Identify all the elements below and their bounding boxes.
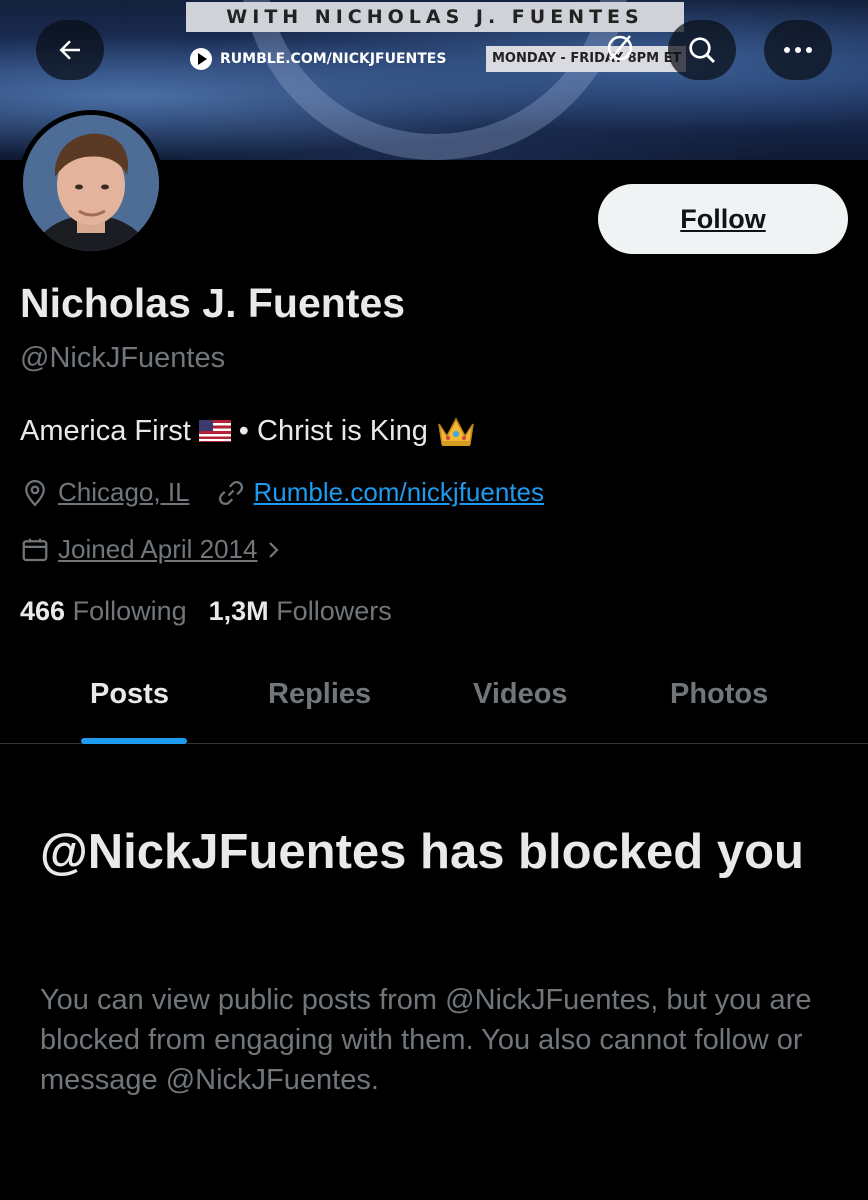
avatar-photo bbox=[23, 115, 159, 251]
arrow-left-icon bbox=[59, 40, 80, 60]
mute-slash-icon bbox=[607, 35, 633, 61]
tab-videos[interactable]: Videos bbox=[473, 678, 568, 711]
joined-text: Joined April 2014 bbox=[58, 534, 258, 564]
blocked-message: You can view public posts from @NickJFue… bbox=[40, 984, 812, 1096]
banner-schedule: MONDAY - FRIDAY 8PM ET bbox=[486, 46, 686, 72]
tab-replies[interactable]: Replies bbox=[268, 678, 371, 711]
follow-button[interactable]: Follow bbox=[598, 184, 848, 254]
profile-bio: America First • Christ is King bbox=[20, 414, 476, 448]
banner-title: WITH NICHOLAS J. FUENTES bbox=[186, 2, 684, 32]
website-item[interactable]: Rumble.com/nickjfuentes bbox=[216, 477, 544, 508]
bio-text-1: America First bbox=[20, 414, 191, 447]
followers-count-link[interactable]: 1,3M Followers bbox=[209, 596, 392, 627]
location-pin-icon bbox=[25, 479, 45, 506]
link-icon bbox=[218, 480, 243, 505]
website-link[interactable]: Rumble.com/nickjfuentes bbox=[254, 477, 544, 508]
search-button[interactable] bbox=[668, 20, 736, 80]
profile-handle: @NickJFuentes bbox=[20, 342, 226, 374]
location-text: Chicago, IL bbox=[58, 477, 190, 507]
profile-name: Nicholas J. Fuentes bbox=[20, 280, 406, 326]
back-button[interactable] bbox=[36, 20, 104, 80]
follow-counts: 466 Following 1,3M Followers bbox=[20, 596, 392, 627]
banner-rumble-text: RUMBLE.COM/NICKJFUENTES bbox=[220, 51, 447, 67]
search-icon bbox=[689, 37, 716, 64]
chevron-right-icon bbox=[269, 541, 280, 558]
banner-rumble: RUMBLE.COM/NICKJFUENTES bbox=[190, 46, 446, 72]
tab-photos[interactable]: Photos bbox=[670, 678, 768, 711]
profile-tabs: Posts Replies Videos Photos bbox=[0, 650, 868, 744]
profile-meta-row: Chicago, IL Rumble.com/nickjfuentes bbox=[20, 477, 570, 508]
followers-count: 1,3M bbox=[208, 596, 269, 626]
crown-icon bbox=[438, 417, 474, 446]
joined-item[interactable]: Joined April 2014 bbox=[20, 534, 283, 565]
play-icon bbox=[190, 48, 212, 70]
tab-posts[interactable]: Posts bbox=[90, 678, 169, 711]
location-item: Chicago, IL bbox=[20, 477, 190, 508]
bio-text-2: • Christ is King bbox=[238, 414, 428, 447]
calendar-icon bbox=[22, 538, 48, 561]
joined-row[interactable]: Joined April 2014 bbox=[20, 534, 309, 565]
blocked-title: @NickJFuentes has blocked you bbox=[40, 825, 804, 879]
followers-label: Followers bbox=[276, 596, 392, 626]
active-tab-indicator bbox=[81, 738, 187, 744]
avatar[interactable] bbox=[18, 110, 164, 256]
following-count: 466 bbox=[20, 596, 66, 626]
more-button[interactable] bbox=[764, 20, 832, 80]
more-icon bbox=[784, 47, 812, 53]
us-flag-icon bbox=[198, 420, 231, 442]
following-count-link[interactable]: 466 Following bbox=[20, 596, 187, 627]
following-label: Following bbox=[72, 596, 187, 626]
